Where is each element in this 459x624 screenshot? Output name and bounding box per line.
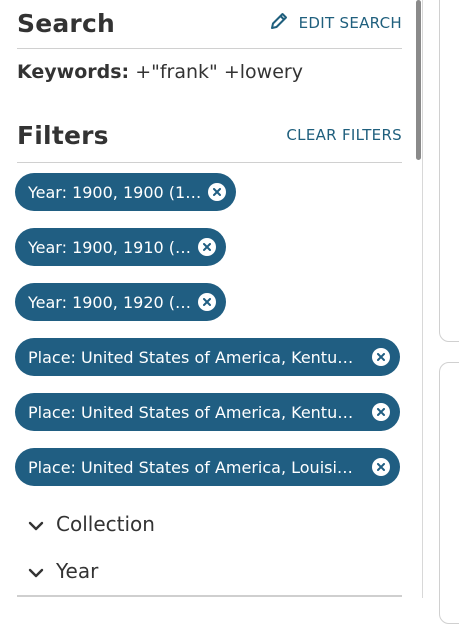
filters-title: Filters: [17, 120, 109, 150]
close-circle-icon[interactable]: [198, 238, 216, 256]
facet-label: Collection: [56, 512, 155, 536]
facet-toggle-year[interactable]: Year: [28, 559, 98, 583]
filter-chip[interactable]: Place: United States of America, Louisia…: [15, 448, 400, 486]
filter-chip[interactable]: Year: 1900, 1910 (14): [15, 228, 226, 266]
search-sidebar: Search EDIT SEARCH Keywords: +"frank" +l…: [0, 0, 422, 598]
filter-chip[interactable]: Place: United States of America, Kentuck…: [15, 338, 400, 376]
result-card-edge: [439, 0, 459, 342]
keywords-line: Keywords: +"frank" +lowery: [17, 61, 303, 83]
chevron-down-icon: [28, 559, 44, 583]
search-divider: [17, 48, 402, 49]
filters-divider: [17, 162, 402, 163]
chevron-down-icon: [28, 512, 44, 536]
filter-chip[interactable]: Year: 1900, 1900 (109): [15, 173, 236, 211]
filter-chip-label: Place: United States of America, Kentuck…: [28, 402, 358, 422]
close-circle-icon[interactable]: [198, 293, 216, 311]
filter-chip-label: Year: 1900, 1910 (14): [28, 237, 198, 257]
facet-toggle-collection[interactable]: Collection: [28, 512, 155, 536]
keywords-label: Keywords:: [17, 61, 130, 83]
close-circle-icon[interactable]: [372, 403, 390, 421]
filter-chip-label: Year: 1900, 1900 (109): [28, 182, 208, 202]
sidebar-scrollbar[interactable]: [416, 0, 421, 160]
pencil-icon: [269, 11, 289, 35]
edit-search-label: EDIT SEARCH: [298, 14, 402, 32]
filter-chip[interactable]: Place: United States of America, Kentuck…: [15, 393, 400, 431]
result-card-edge: [439, 362, 459, 624]
filters-header: Filters CLEAR FILTERS: [17, 118, 402, 152]
keywords-value: +"frank" +lowery: [135, 61, 303, 83]
close-circle-icon[interactable]: [372, 458, 390, 476]
filter-chip[interactable]: Year: 1900, 1920 (88): [15, 283, 226, 321]
filter-chip-label: Year: 1900, 1920 (88): [28, 292, 198, 312]
clear-filters-button[interactable]: CLEAR FILTERS: [286, 126, 402, 144]
search-title: Search: [17, 8, 115, 38]
facet-label: Year: [56, 559, 99, 583]
filter-chip-label: Place: United States of America, Kentuck…: [28, 347, 358, 367]
panel-divider: [422, 0, 423, 598]
close-circle-icon[interactable]: [208, 183, 226, 201]
filter-chip-label: Place: United States of America, Louisia…: [28, 457, 358, 477]
close-circle-icon[interactable]: [372, 348, 390, 366]
search-header: Search EDIT SEARCH: [17, 6, 402, 40]
edit-search-button[interactable]: EDIT SEARCH: [269, 11, 402, 35]
facet-divider: [17, 595, 402, 597]
